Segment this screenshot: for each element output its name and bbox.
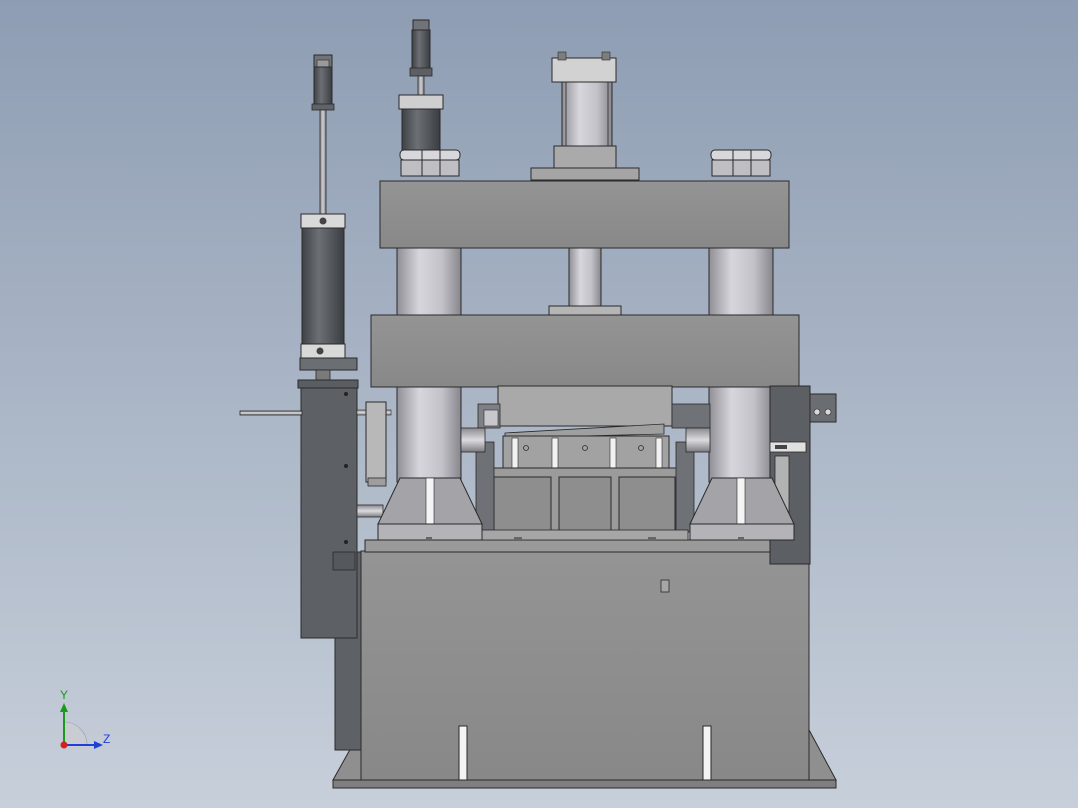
column-nut-right [710, 149, 772, 177]
side-guide-plate[interactable] [300, 385, 358, 639]
machine-base[interactable] [332, 539, 837, 789]
base-slot-left [458, 725, 468, 781]
press-machine-model[interactable] [0, 0, 1078, 808]
triad-z-label: Z [103, 732, 111, 746]
upper-die-block[interactable] [477, 385, 711, 439]
guide-pin[interactable] [239, 410, 303, 416]
triad-y-label: Y [60, 688, 69, 702]
main-hydraulic-cylinder[interactable] [530, 51, 640, 181]
moving-platen[interactable] [370, 314, 800, 388]
coordinate-triad [60, 703, 103, 749]
base-slot-right [702, 725, 712, 781]
column-nut-left [399, 149, 461, 177]
top-servo-cylinder[interactable] [398, 19, 444, 152]
piston-rod [568, 247, 602, 309]
upper-columns [396, 247, 774, 317]
top-crown-plate[interactable] [379, 180, 790, 249]
column-base-left [377, 477, 483, 541]
cad-graphics-viewport[interactable]: Y Z [0, 0, 1078, 808]
bed-plate[interactable] [364, 539, 806, 553]
left-pneumatic-cylinder[interactable] [297, 54, 359, 389]
die-holder[interactable] [502, 435, 670, 469]
